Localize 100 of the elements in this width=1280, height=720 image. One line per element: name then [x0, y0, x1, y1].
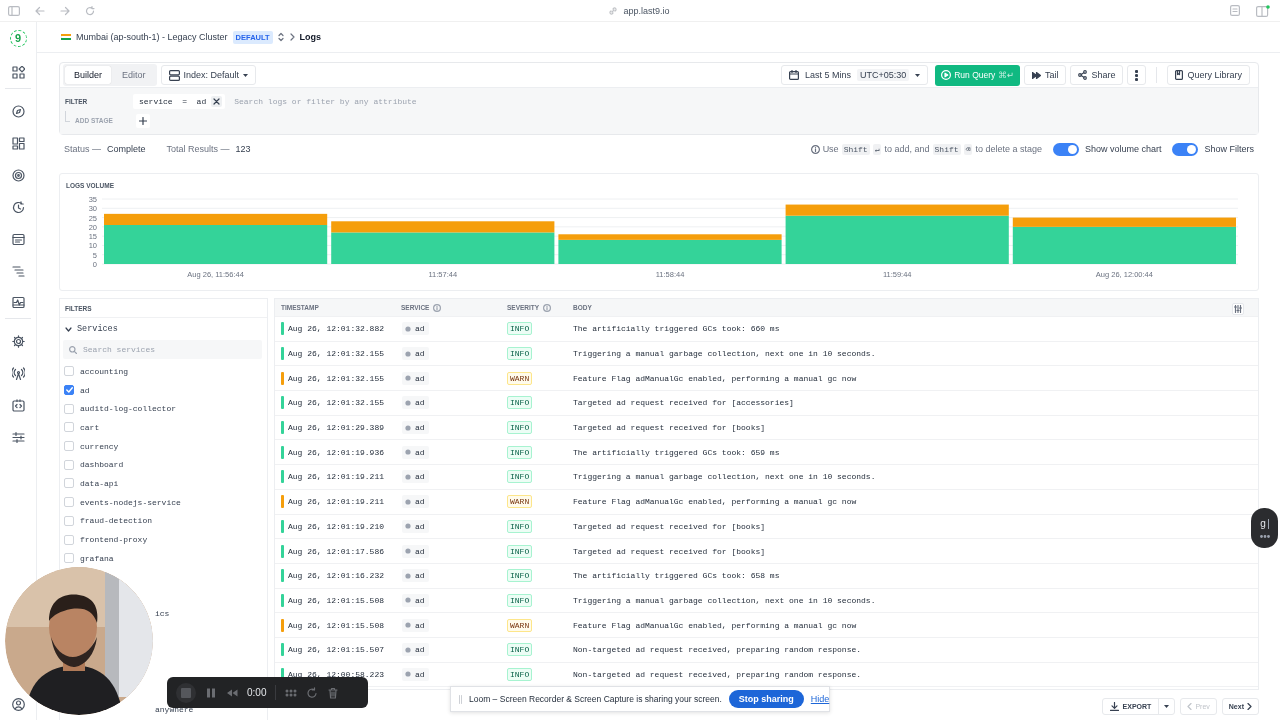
grid-icon[interactable]	[11, 66, 25, 79]
severity-tag: INFO	[507, 643, 533, 657]
timestamp: Aug 26, 12:01:16.232	[288, 571, 384, 581]
query-library-button[interactable]: Query Library	[1167, 65, 1250, 85]
log-message: Non-targeted ad request received, preparing random response.	[573, 669, 862, 679]
total-results-label: Total Results —	[166, 144, 230, 154]
mode-tab[interactable]: Builder	[65, 66, 111, 84]
forward-icon[interactable]	[60, 5, 70, 16]
reload-icon[interactable]	[85, 5, 95, 16]
fast-forward-icon	[1031, 71, 1041, 79]
service-option[interactable]: accounting	[80, 366, 128, 376]
timestamp: Aug 26, 12:01:32.155	[288, 349, 384, 359]
time-range-picker[interactable]: Last 5 Mins UTC+05:30	[780, 65, 929, 85]
severity-tag: INFO	[507, 470, 533, 484]
filter-link[interactable]: anywhere	[155, 705, 194, 714]
severity-indicator	[281, 421, 284, 435]
timestamp: Aug 26, 12:01:15.507	[288, 645, 384, 655]
index-dropdown[interactable]: Index: Default	[160, 65, 257, 85]
floating-widget[interactable]: g	[1251, 508, 1278, 548]
stop-recording-button[interactable]	[176, 682, 196, 703]
plus-icon	[139, 116, 147, 125]
more-button[interactable]	[1127, 65, 1147, 85]
list-icon[interactable]	[11, 264, 25, 278]
service-option[interactable]: fraud-detection	[80, 516, 152, 526]
shortcut-hint: ⌘↵	[998, 70, 1014, 80]
severity-tag: WARN	[507, 371, 533, 385]
pause-icon[interactable]	[205, 686, 217, 699]
severity-tag: INFO	[507, 322, 533, 336]
target-icon[interactable]	[11, 168, 25, 182]
chevron-right-icon	[288, 33, 295, 41]
cluster-name[interactable]: Mumbai (ap-south-1) - Legacy Cluster	[76, 32, 228, 42]
logs-icon[interactable]	[11, 232, 25, 246]
severity-tag: INFO	[507, 445, 533, 459]
service-option[interactable]: events-nodejs-service	[80, 497, 181, 507]
user-icon[interactable]	[11, 697, 25, 711]
timestamp: Aug 26, 12:01:19.210	[288, 521, 384, 531]
service-option[interactable]: grafana	[80, 553, 114, 563]
service-option[interactable]: data-api	[80, 478, 119, 488]
chevron-right-icon	[1247, 702, 1252, 710]
caret-icon	[915, 73, 921, 77]
hint-text: Use	[822, 144, 839, 154]
filter-chip[interactable]: service = ad	[133, 93, 226, 109]
add-stage-button[interactable]	[136, 113, 150, 128]
service-option[interactable]: cart	[80, 422, 100, 432]
code-icon[interactable]	[11, 398, 25, 412]
checkbox[interactable]	[64, 385, 74, 396]
flag-icon	[61, 33, 71, 41]
log-message: The artificially triggered GCs took: 659 ms	[573, 447, 780, 457]
remove-filter-button[interactable]	[211, 95, 223, 107]
dots-icon	[1259, 534, 1270, 538]
severity-indicator	[281, 470, 284, 484]
logo-mark: 9	[14, 33, 22, 44]
toggle-switch[interactable]	[1052, 142, 1079, 156]
mode-tab[interactable]: Editor	[113, 66, 155, 84]
column-settings-button[interactable]	[1232, 303, 1244, 315]
toggle-switch[interactable]	[1172, 142, 1199, 156]
severity-indicator	[281, 347, 284, 361]
services-group-toggle[interactable]: Services	[60, 318, 267, 337]
severity-indicator	[281, 495, 284, 509]
service-name: ad	[415, 521, 425, 531]
restart-icon[interactable]	[306, 686, 319, 699]
group-title: Services	[77, 324, 118, 334]
service-search-field[interactable]: Search services	[63, 340, 262, 359]
log-message: Triggering a manual garbage collection, next one in 10 seconds.	[573, 595, 876, 605]
tail-button[interactable]: Tail	[1023, 65, 1067, 85]
hide-link[interactable]: Hide	[810, 694, 830, 704]
stop-sharing-button[interactable]: Stop sharing	[728, 690, 804, 708]
severity-indicator	[281, 445, 284, 459]
pulse-icon[interactable]	[11, 296, 25, 309]
reader-icon[interactable]	[1230, 5, 1240, 16]
compass-icon[interactable]	[11, 104, 25, 118]
log-message: Feature Flag adManualGc enabled, performing a manual gc now	[573, 373, 857, 383]
status-label: Status —	[64, 144, 101, 154]
dashboard-icon[interactable]	[11, 136, 25, 150]
antenna-icon[interactable]	[11, 366, 25, 380]
sliders-icon[interactable]	[11, 430, 25, 444]
key-hint: ↵	[872, 143, 882, 155]
address-bar[interactable]: app.last9.io	[623, 5, 670, 16]
gear-icon[interactable]	[11, 334, 25, 348]
log-message: Targeted ad request received for [books]	[573, 423, 766, 433]
refresh-icon[interactable]	[11, 200, 25, 214]
service-icon	[405, 449, 411, 456]
service-option[interactable]: dashboard	[80, 460, 124, 470]
service-option[interactable]: currency	[80, 441, 119, 451]
key-hint: ⌫	[963, 143, 973, 155]
split-view-icon[interactable]	[1256, 4, 1270, 17]
service-option[interactable]: ics	[155, 604, 170, 624]
back-icon[interactable]	[35, 5, 45, 16]
service-name: ad	[415, 497, 425, 507]
service-option[interactable]: ad	[80, 385, 90, 395]
severity-indicator	[281, 519, 284, 533]
service-icon	[405, 350, 411, 357]
service-option[interactable]: auditd-log-collector	[80, 404, 176, 414]
sidebar-icon[interactable]	[8, 5, 20, 16]
service-option[interactable]: frontend-proxy	[80, 535, 148, 545]
share-button[interactable]: Share	[1070, 65, 1124, 85]
service-icon	[405, 399, 411, 406]
switcher-icon[interactable]	[277, 32, 284, 42]
filter-search-field[interactable]: Search logs or filter by any attribute	[232, 95, 1258, 107]
trash-icon[interactable]	[327, 686, 340, 699]
